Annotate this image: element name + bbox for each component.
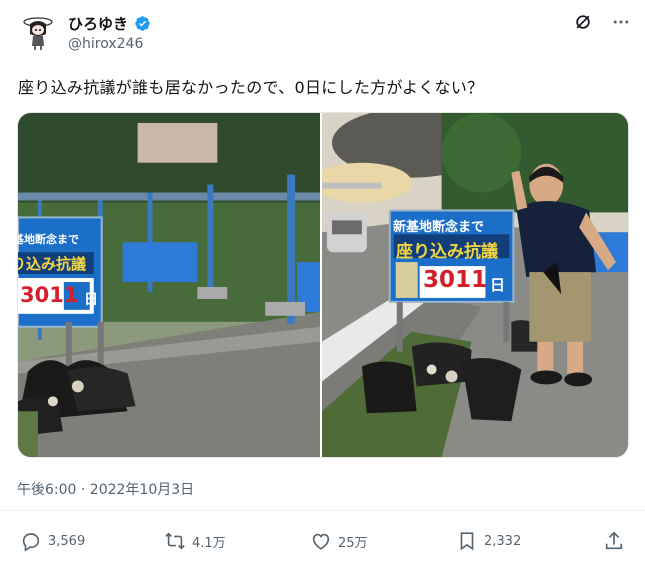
bookmark-icon xyxy=(460,532,474,551)
action-bar: 3,569 4.1万 25万 2,332 xyxy=(0,526,645,558)
left-sign-unit: 日 xyxy=(84,292,98,308)
bookmark-count: 2,332 xyxy=(484,533,522,549)
like-button[interactable]: 25万 xyxy=(310,530,368,552)
photo-left[interactable]: 新基地断念まで 座り込み抗議 3011 日 xyxy=(18,113,320,457)
left-sign-line1: 新基地断念まで xyxy=(18,233,79,246)
reply-count: 3,569 xyxy=(48,533,86,549)
photo-right[interactable]: 新基地断念まで 座り込み抗議 3011 日 xyxy=(322,113,628,457)
heart-icon xyxy=(312,533,330,550)
left-sign-line2: 座り込み抗議 xyxy=(18,255,87,273)
share-button[interactable] xyxy=(603,530,625,552)
right-sign-line1: 新基地断念まで xyxy=(393,220,485,235)
like-count: 25万 xyxy=(338,535,368,551)
grok-icon[interactable] xyxy=(573,12,593,32)
avatar[interactable] xyxy=(18,12,58,52)
reply-icon xyxy=(22,533,40,552)
right-sign-unit: 日 xyxy=(490,276,506,294)
user-handle[interactable]: @hirox246 xyxy=(68,36,143,52)
display-name[interactable]: ひろゆき xyxy=(68,13,151,34)
bookmark-button[interactable]: 2,332 xyxy=(456,530,521,552)
retweet-icon xyxy=(165,532,185,550)
divider xyxy=(0,510,645,511)
left-sign-days: 3011 xyxy=(20,283,79,307)
media-grid: 新基地断念まで 座り込み抗議 3011 日 xyxy=(17,112,629,458)
tweet-header: ひろゆき @hirox246 xyxy=(0,0,645,70)
tweet-timestamp[interactable]: 午後6:00 · 2022年10月3日 xyxy=(17,479,194,499)
share-icon xyxy=(605,531,623,550)
reply-button[interactable]: 3,569 xyxy=(20,530,85,552)
retweet-count: 4.1万 xyxy=(192,535,226,551)
right-sign-days: 3011 xyxy=(423,267,488,293)
retweet-button[interactable]: 4.1万 xyxy=(164,530,226,552)
right-sign-line2: 座り込み抗議 xyxy=(396,242,498,262)
tweet-text: 座り込み抗議が誰も居なかったので、0日にした方がよくない？ xyxy=(18,78,484,97)
more-icon[interactable] xyxy=(611,12,631,32)
display-name-text[interactable]: ひろゆき xyxy=(68,13,128,34)
verified-badge-icon xyxy=(135,16,150,31)
